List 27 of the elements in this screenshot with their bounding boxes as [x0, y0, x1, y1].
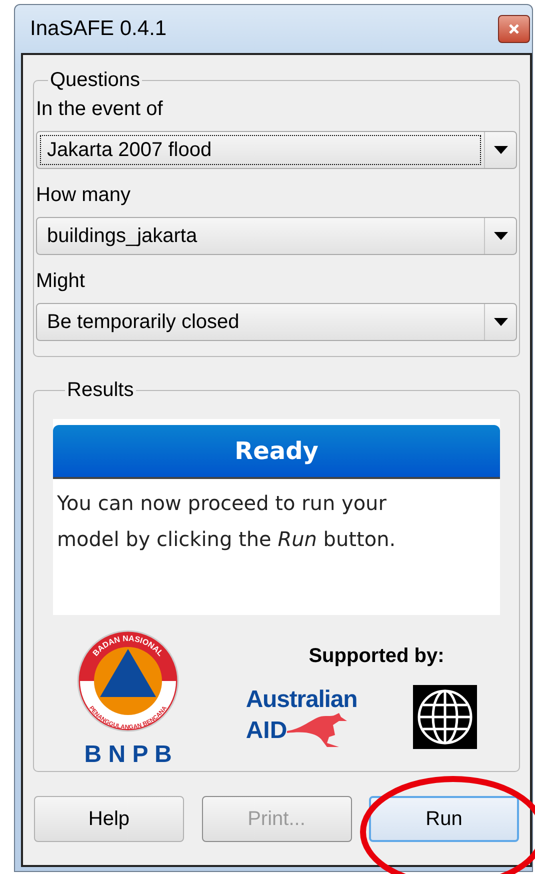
dropdown[interactable]: buildings_jakarta [36, 217, 517, 255]
status-message: You can now proceed to run your model by clicking the Run button. [56, 490, 397, 553]
dialog-button[interactable]: Help [34, 796, 184, 842]
kangaroo-icon [287, 713, 350, 749]
dropdown-value: buildings_jakarta [47, 224, 198, 249]
dropdown-arrow-icon [494, 146, 508, 154]
field-label: How many [36, 183, 132, 207]
dropdown-arrow-icon [494, 318, 508, 326]
dropdown[interactable]: Jakarta 2007 flood [36, 131, 517, 169]
status-banner: Ready [53, 425, 500, 479]
dropdown-arrow-icon [494, 232, 508, 240]
dropdown[interactable]: Be temporarily closed [36, 303, 517, 341]
supported-by-label: Supported by: [308, 644, 444, 669]
close-icon [508, 23, 520, 35]
aid-wordmark: AID [246, 718, 288, 744]
close-button[interactable] [498, 15, 530, 43]
group-title: Questions [49, 69, 142, 91]
dropdown-value: Jakarta 2007 flood [47, 138, 212, 163]
window-title: InaSAFE 0.4.1 [30, 16, 167, 42]
globe-logo-icon [413, 685, 478, 749]
field-label: In the event of [36, 97, 164, 121]
dialog-button[interactable]: Run [369, 796, 519, 842]
field-label: Might [36, 269, 86, 293]
dropdown-value: Be temporarily closed [47, 310, 240, 335]
bnpb-wordmark: B N P B [84, 740, 172, 770]
aid-wordmark: Australian [246, 687, 358, 713]
group-title: Results [66, 379, 135, 401]
